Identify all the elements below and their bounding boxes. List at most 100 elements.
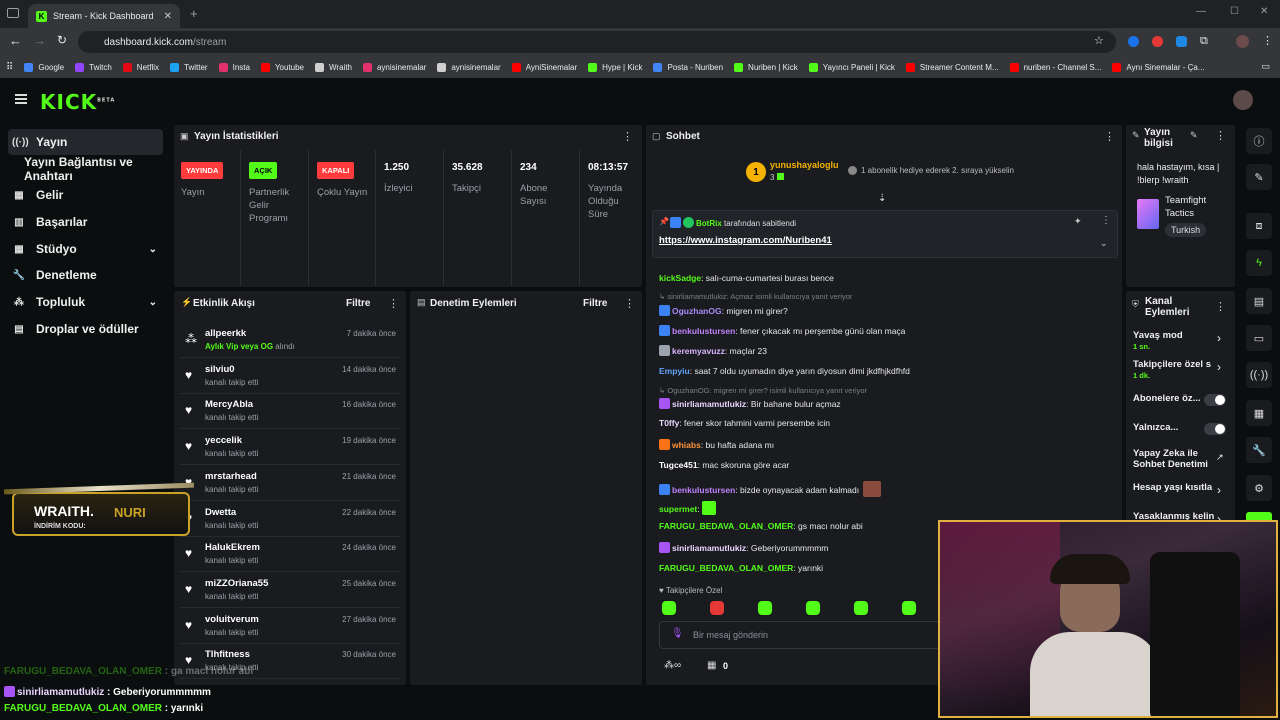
bolt-icon[interactable]: ϟ — [1246, 250, 1272, 276]
chat-username[interactable]: sinirliamamutlukiz — [672, 543, 746, 553]
back-icon[interactable]: ← — [9, 33, 22, 48]
activity-filter-button[interactable]: Filtre — [346, 298, 370, 309]
chevron-down-icon[interactable]: ⌄ — [149, 244, 157, 255]
browser-tab-active[interactable]: K Stream - Kick Dashboard ✕ — [28, 4, 180, 28]
activity-username[interactable]: miZZOriana55 — [205, 578, 268, 589]
address-bar[interactable]: dashboard.kick.com/stream — [78, 31, 1116, 53]
activity-menu-icon[interactable]: ⋮ — [388, 297, 399, 310]
chat-username[interactable]: benkulustursen — [672, 326, 735, 336]
stats-menu-icon[interactable]: ⋮ — [622, 130, 633, 143]
chevron-right-icon[interactable]: › — [1217, 483, 1221, 497]
sidebar-item[interactable]: ▥ Başarılar — [8, 209, 163, 235]
activity-username[interactable]: HalukEkrem — [205, 542, 260, 553]
bookmark-item[interactable]: Yayıncı Paneli | Kick — [808, 62, 895, 72]
category-name[interactable]: Teamfight Tactics — [1165, 194, 1225, 220]
quick-emote-icon[interactable] — [902, 601, 916, 615]
maximize-icon[interactable]: ☐ — [1230, 6, 1239, 17]
activity-username[interactable]: Dwetta — [205, 507, 236, 518]
chevron-right-icon[interactable]: › — [1217, 331, 1221, 345]
chat-username[interactable]: supermet — [659, 504, 697, 514]
chat-username[interactable]: kickSadge — [659, 273, 701, 283]
sidebar-item[interactable]: ((·)) Yayın — [8, 129, 163, 155]
quick-emote-icon[interactable] — [806, 601, 820, 615]
channel-action-label[interactable]: Yapay Zeka ile Sohbet Denetimi — [1133, 448, 1211, 470]
activity-username[interactable]: Tlhfitness — [205, 649, 250, 660]
chat-username[interactable]: sinirliamamutlukiz — [672, 399, 746, 409]
bookmark-item[interactable]: Twitch — [75, 62, 112, 72]
chat-username[interactable]: keremyavuzz — [672, 346, 725, 356]
bookmark-item[interactable]: nuriben - Channel S... — [1009, 62, 1101, 72]
moderation-menu-icon[interactable]: ⋮ — [624, 297, 635, 310]
quick-emote-icon[interactable] — [854, 601, 868, 615]
pinned-link[interactable]: https://www.instagram.com/Nuriben41 — [659, 235, 832, 246]
gift-prompt[interactable]: 1 abonelik hediye ederek 2. sıraya yükse… — [861, 166, 1014, 175]
kick-logo[interactable]: KICKBETA — [40, 90, 115, 114]
external-link-icon[interactable]: ↗ — [1216, 452, 1224, 463]
profile-avatar-icon[interactable] — [1236, 35, 1249, 48]
chat-username[interactable]: OguzhanOG — [672, 306, 722, 316]
extension-icon[interactable] — [1128, 36, 1139, 47]
store-icon[interactable]: ▦ — [707, 660, 716, 671]
bookmark-star-icon[interactable]: ☆ — [1094, 34, 1104, 47]
toggle-switch[interactable] — [1204, 423, 1226, 435]
activity-username[interactable]: MercyAbla — [205, 399, 253, 410]
moderation-filter-button[interactable]: Filtre — [583, 298, 607, 309]
activity-username[interactable]: mrstarhead — [205, 471, 257, 482]
window-close-icon[interactable]: ✕ — [1260, 6, 1268, 17]
bookmark-item[interactable]: Aynı Sinemalar - Ça... — [1112, 62, 1205, 72]
bookmark-item[interactable]: Wraith — [315, 62, 352, 72]
browser-menu-icon[interactable]: ⋮ — [1262, 34, 1273, 47]
sidebar-item[interactable]: 🔧 Denetleme — [8, 262, 163, 288]
chat-username[interactable]: Empyiu — [659, 366, 690, 376]
edit-pencil-icon[interactable]: ✎ — [1190, 130, 1198, 141]
bookmark-item[interactable]: Posta - Nuriben — [653, 62, 723, 72]
extensions-puzzle-icon[interactable]: ⧉ — [1200, 35, 1208, 48]
sidebar-item[interactable]: ▦ Gelir — [8, 182, 163, 208]
quick-emote-icon[interactable] — [710, 601, 724, 615]
chat-username[interactable]: FARUGU_BEDAVA_OLAN_OMER — [659, 563, 793, 573]
info-circle-icon[interactable]: ⓘ — [1246, 128, 1272, 154]
chat-username[interactable]: T0ffy — [659, 418, 679, 428]
pinned-menu-icon[interactable]: ⋮ — [1101, 215, 1111, 226]
sidebar-item[interactable]: Yayın Bağlantısı ve Anahtarı — [8, 155, 163, 183]
settings-icon[interactable]: ⚙ — [1246, 475, 1272, 501]
bookmark-item[interactable]: Netflix — [122, 62, 159, 72]
expand-chevron-icon[interactable]: ⌄ — [1100, 238, 1108, 249]
chat-username[interactable]: benkulustursen — [672, 485, 735, 495]
bookmark-item[interactable]: aynisinemalar — [362, 62, 426, 72]
chat-username[interactable]: Tugce451 — [659, 460, 698, 470]
sidebar-item[interactable]: ▤ Droplar ve ödüller — [8, 316, 163, 342]
chat-username[interactable]: whiabs — [672, 440, 701, 450]
activity-username[interactable]: silviu0 — [205, 364, 235, 375]
channel-action-label[interactable]: Hesap yaşı kısıtla — [1133, 482, 1217, 493]
bookmark-item[interactable]: Hype | Kick — [588, 62, 642, 72]
broadcast-icon[interactable]: ((·)) — [1246, 362, 1272, 388]
sidebar-item[interactable]: ⁂ Topluluk ⌄ — [8, 289, 163, 315]
quick-emote-icon[interactable] — [758, 601, 772, 615]
extension-icon[interactable] — [1176, 36, 1187, 47]
gift-leader-name[interactable]: yunushayaloglu — [770, 160, 839, 170]
language-tag[interactable]: Turkish — [1165, 223, 1207, 237]
bookmark-item[interactable]: aynisinemalar — [437, 62, 501, 72]
bookmark-item[interactable]: AyniSinemalar — [511, 62, 577, 72]
reload-icon[interactable]: ↻ — [57, 33, 67, 47]
minimize-icon[interactable]: — — [1196, 6, 1206, 17]
bookmark-item[interactable]: Insta — [218, 62, 250, 72]
crop-icon[interactable]: ⧈ — [1246, 213, 1272, 239]
chevron-down-icon[interactable]: ⌄ — [149, 297, 157, 308]
chat-menu-icon[interactable]: ⋮ — [1104, 130, 1115, 143]
category-thumbnail[interactable] — [1137, 199, 1159, 229]
microphone-icon[interactable]: 🎙 — [671, 628, 684, 639]
channel-action-label[interactable]: Takipçilere özel s — [1133, 359, 1217, 370]
bookmark-item[interactable]: Streamer Content M... — [905, 62, 999, 72]
channel-actions-menu-icon[interactable]: ⋮ — [1215, 300, 1226, 313]
hamburger-menu-icon[interactable] — [15, 94, 27, 104]
layers-icon[interactable]: ▦ — [1246, 400, 1272, 426]
bookmark-item[interactable]: Nuriben | Kick — [734, 62, 798, 72]
edit-icon[interactable]: ✎ — [1246, 164, 1272, 190]
tab-close-icon[interactable]: ✕ — [164, 11, 172, 22]
chat-username[interactable]: FARUGU_BEDAVA_OLAN_OMER — [659, 521, 793, 531]
chat-icon[interactable]: ▭ — [1246, 325, 1272, 351]
apps-grid-icon[interactable]: ⠿ — [6, 62, 13, 73]
channel-action-label[interactable]: Yavaş mod — [1133, 330, 1217, 341]
